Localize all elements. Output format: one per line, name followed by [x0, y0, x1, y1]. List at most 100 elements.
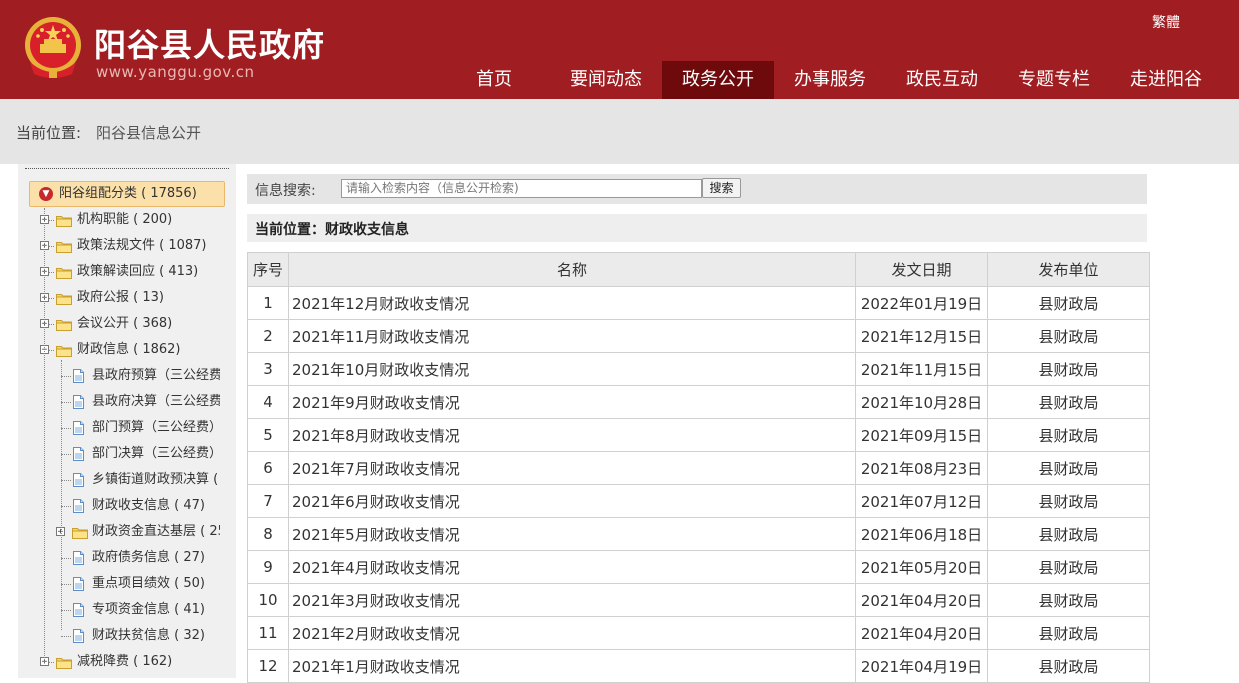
table-row: 2 2021年11月财政收支情况 2021年12月15日 县财政局: [247, 319, 1150, 353]
nav-item[interactable]: 政民互动: [886, 61, 998, 99]
tree-item[interactable]: + 财政资金直达基层 ( 25): [18, 522, 236, 542]
collapse-circle-icon[interactable]: ▼: [39, 187, 53, 201]
table-row: 4 2021年9月财政收支情况 2021年10月28日 县财政局: [247, 385, 1150, 419]
tree-item-label: 专项资金信息 ( 41): [92, 602, 205, 617]
tree-root[interactable]: ▼ 阳谷组配分类 ( 17856): [29, 181, 225, 207]
table-row: 6 2021年7月财政收支情况 2021年08月23日 县财政局: [247, 451, 1150, 485]
document-title-link[interactable]: 2021年9月财政收支情况: [288, 385, 856, 419]
divider: [25, 168, 229, 169]
row-number: 6: [247, 451, 289, 485]
section-breadcrumb: 当前位置：财政收支信息: [247, 214, 1147, 242]
document-icon: [73, 629, 84, 643]
tree-item[interactable]: 县政府决算（三公经费): [18, 392, 236, 412]
document-title-link[interactable]: 2021年10月财政收支情况: [288, 352, 856, 386]
nav-item[interactable]: 政务公开: [662, 61, 774, 99]
document-title-link[interactable]: 2021年3月财政收支情况: [288, 583, 856, 617]
folder-icon: [56, 240, 72, 253]
tree-item[interactable]: 部门预算（三公经费）(: [18, 418, 236, 438]
tree-item[interactable]: 重点项目绩效 ( 50): [18, 574, 236, 594]
breadcrumb-label: 当前位置:: [16, 124, 82, 142]
row-number: 1: [247, 286, 289, 320]
table-row: 3 2021年10月财政收支情况 2021年11月15日 县财政局: [247, 352, 1150, 386]
document-icon: [73, 499, 84, 513]
search-input[interactable]: 请输入检索内容（信息公开检索): [341, 179, 702, 198]
tree-item[interactable]: + 政府公报 ( 13): [18, 288, 236, 308]
table-row: 9 2021年4月财政收支情况 2021年05月20日 县财政局: [247, 550, 1150, 584]
tree-item-label: 财政信息 ( 1862): [77, 342, 181, 357]
column-header: 名称: [288, 252, 856, 287]
nav-item[interactable]: 首页: [438, 61, 550, 99]
tree-item[interactable]: + 政策解读回应 ( 413): [18, 262, 236, 282]
search-bar: 信息搜索: 请输入检索内容（信息公开检索) 搜索: [247, 174, 1147, 204]
search-button[interactable]: 搜索: [702, 178, 741, 198]
column-header: 序号: [247, 252, 289, 287]
tree-item-label: 政府公报 ( 13): [77, 290, 164, 305]
nav-item[interactable]: 要闻动态: [550, 61, 662, 99]
nav-item[interactable]: 专题专栏: [998, 61, 1110, 99]
table-row: 5 2021年8月财政收支情况 2021年09月15日 县财政局: [247, 418, 1150, 452]
search-label: 信息搜索:: [255, 183, 316, 199]
tree-item[interactable]: 部门决算（三公经费）(: [18, 444, 236, 464]
tree-item[interactable]: 政府债务信息 ( 27): [18, 548, 236, 568]
publish-date: 2021年06月18日: [855, 517, 988, 551]
document-title-link[interactable]: 2021年7月财政收支情况: [288, 451, 856, 485]
folder-icon: [56, 344, 72, 357]
document-title-link[interactable]: 2021年11月财政收支情况: [288, 319, 856, 353]
breadcrumb-current[interactable]: 阳谷县信息公开: [96, 122, 201, 143]
document-title-link[interactable]: 2021年4月财政收支情况: [288, 550, 856, 584]
folder-icon: [72, 526, 88, 539]
tree-item[interactable]: + 政策法规文件 ( 1087): [18, 236, 236, 256]
site-header: 阳谷县人民政府 www.yanggu.gov.cn 繁體 首页 要闻动态 政务公开办…: [0, 0, 1239, 99]
tree-guide-line: [61, 360, 62, 630]
folder-icon: [56, 214, 72, 227]
tree-item-label: 财政收支信息 ( 47): [92, 498, 205, 513]
document-title-link[interactable]: 2021年5月财政收支情况: [288, 517, 856, 551]
document-title-link[interactable]: 2021年8月财政收支情况: [288, 418, 856, 452]
tree-item[interactable]: 财政扶贫信息 ( 32): [18, 626, 236, 646]
document-icon: [73, 551, 84, 565]
tree-item-label: 减税降费 ( 162): [77, 654, 173, 669]
tree-item[interactable]: + 会议公开 ( 368): [18, 314, 236, 334]
tree-item-label: 会议公开 ( 368): [77, 316, 173, 331]
publish-date: 2021年04月20日: [855, 616, 988, 650]
publisher: 县财政局: [987, 385, 1150, 419]
category-tree: ▼ 阳谷组配分类 ( 17856) + 机构职能 ( 200) + 政策法规文件 ( …: [18, 164, 236, 678]
nav-item[interactable]: 走进阳谷: [1110, 61, 1222, 99]
traditional-chinese-link[interactable]: 繁體: [1152, 12, 1180, 32]
publish-date: 2021年08月23日: [855, 451, 988, 485]
document-title-link[interactable]: 2021年12月财政收支情况: [288, 286, 856, 320]
tree-item-label: 重点项目绩效 ( 50): [92, 576, 205, 591]
document-title-link[interactable]: 2021年6月财政收支情况: [288, 484, 856, 518]
row-number: 5: [247, 418, 289, 452]
tree-item[interactable]: + 减税降费 ( 162): [18, 652, 236, 672]
tree-item-label: 政府债务信息 ( 27): [92, 550, 205, 565]
tree-item[interactable]: 乡镇街道财政预决算 ( 9: [18, 470, 236, 490]
national-emblem-icon: [25, 17, 81, 78]
column-header: 发布单位: [987, 252, 1150, 287]
tree-item-label: 部门决算（三公经费）(: [92, 446, 220, 461]
publish-date: 2021年09月15日: [855, 418, 988, 452]
row-number: 4: [247, 385, 289, 419]
document-icon: [73, 447, 84, 461]
publish-date: 2022年01月19日: [855, 286, 988, 320]
tree-item-label: 县政府决算（三公经费): [92, 394, 220, 409]
document-icon: [73, 603, 84, 617]
publisher: 县财政局: [987, 550, 1150, 584]
row-number: 2: [247, 319, 289, 353]
table-row: 10 2021年3月财政收支情况 2021年04月20日 县财政局: [247, 583, 1150, 617]
tree-item[interactable]: 财政收支信息 ( 47): [18, 496, 236, 516]
tree-item[interactable]: − 财政信息 ( 1862): [18, 340, 236, 360]
tree-item[interactable]: + 机构职能 ( 200): [18, 210, 236, 230]
document-title-link[interactable]: 2021年2月财政收支情况: [288, 616, 856, 650]
folder-icon: [56, 292, 72, 305]
tree-item-label: 县政府预算（三公经费): [92, 368, 220, 383]
nav-item[interactable]: 办事服务: [774, 61, 886, 99]
table-header-row: 序号 名称 发文日期 发布单位: [247, 252, 1150, 287]
document-table: 序号 名称 发文日期 发布单位 1 2021年12月财政收支情况 2022年01月1…: [247, 252, 1150, 683]
tree-item[interactable]: 县政府预算（三公经费): [18, 366, 236, 386]
row-number: 8: [247, 517, 289, 551]
tree-item[interactable]: 专项资金信息 ( 41): [18, 600, 236, 620]
tree-item-label: 财政资金直达基层 ( 25): [92, 524, 220, 539]
document-icon: [73, 395, 84, 409]
publisher: 县财政局: [987, 286, 1150, 320]
